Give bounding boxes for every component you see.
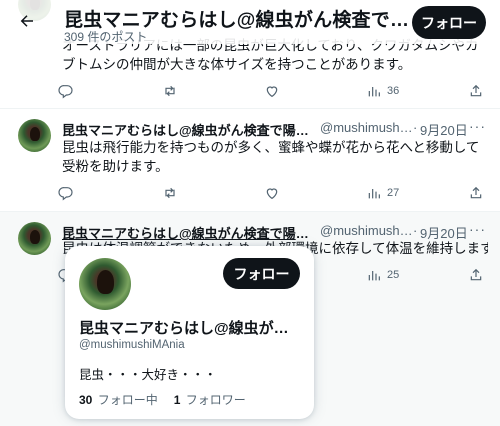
author-handle[interactable]: @mushimushiMAnia: [320, 223, 415, 238]
repost-button[interactable]: [162, 80, 178, 102]
repost-icon: [165, 85, 175, 97]
avatar[interactable]: [79, 258, 131, 310]
tweet-text: 昆虫は飛行能力を持つものが多く、蜜蜂や蝶が花から花へと移動して受粉を助けます。: [62, 140, 480, 174]
views-icon: [368, 87, 380, 97]
share-icon: [470, 268, 482, 281]
profile-header: 昆虫マニアむらはし@線虫がん検査で陽性だった人 309 件のポスト フォロー: [0, 0, 500, 44]
views-button[interactable]: 25: [366, 264, 399, 286]
separator-dot: ·: [413, 120, 418, 135]
views-count: 27: [387, 187, 400, 199]
views-button[interactable]: 36: [366, 80, 399, 102]
like-icon: [266, 188, 278, 200]
like-button[interactable]: [264, 80, 280, 102]
views-button[interactable]: 27: [366, 182, 399, 204]
repost-icon: [165, 187, 175, 199]
like-icon: [266, 86, 278, 98]
back-button[interactable]: [14, 8, 40, 34]
card-stats: 30 フォロー中 1 フォロワー: [79, 391, 246, 408]
views-count: 25: [387, 269, 400, 281]
back-arrow-icon: [20, 15, 33, 27]
tweet[interactable]: 昆虫マニアむらはし@線虫がん検査で陽性だった人 @mushimushiMAnia…: [0, 108, 500, 211]
author-name[interactable]: 昆虫マニアむらはし@線虫がん検査で陽性だった人: [62, 120, 310, 139]
views-icon: [368, 271, 380, 281]
author-handle[interactable]: @mushimushiMAnia: [320, 120, 415, 135]
share-button[interactable]: [468, 80, 484, 102]
tweet-date[interactable]: 9月20日: [420, 120, 468, 139]
share-icon: [470, 186, 482, 199]
following-count: 30: [79, 393, 93, 407]
more-icon[interactable]: ···: [469, 118, 486, 134]
followers-label: フォロワー: [185, 393, 246, 407]
like-button[interactable]: [264, 182, 280, 204]
more-icon[interactable]: ···: [469, 221, 486, 237]
repost-button[interactable]: [162, 182, 178, 204]
tweet-actions: 27: [58, 182, 488, 204]
profile-hover-card: フォロー 昆虫マニアむらはし@線虫がん検査で陽性だった人 @mushimushi…: [65, 246, 314, 419]
reply-icon: [58, 187, 73, 201]
reply-button[interactable]: [58, 80, 74, 102]
share-button[interactable]: [468, 182, 484, 204]
reply-button[interactable]: [58, 182, 74, 204]
views-count: 36: [387, 85, 400, 97]
share-icon: [470, 84, 482, 97]
share-button[interactable]: [468, 264, 484, 286]
avatar[interactable]: [18, 119, 51, 152]
card-handle[interactable]: @mushimushiMAnia: [79, 339, 185, 351]
followers-count: 1: [173, 393, 181, 407]
avatar[interactable]: [18, 222, 51, 255]
tweet-meta: 昆虫マニアむらはし@線虫がん検査で陽性だった人 @mushimushiMAnia…: [62, 118, 488, 139]
reply-icon: [58, 85, 73, 99]
card-name[interactable]: 昆虫マニアむらはし@線虫がん検査で陽性だった人: [79, 317, 301, 338]
post-count: 309 件のポスト: [64, 30, 148, 44]
tweet-actions: 36: [58, 80, 488, 102]
card-follow-button[interactable]: フォロー: [223, 258, 300, 289]
header-follow-button[interactable]: フォロー: [412, 6, 486, 39]
card-bio: 昆虫・・・大好き・・・: [79, 368, 217, 382]
following-stat[interactable]: 30 フォロー中: [79, 391, 158, 408]
views-icon: [368, 189, 380, 199]
separator-dot: ·: [413, 223, 418, 238]
following-label: フォロー中: [97, 393, 158, 407]
followers-stat[interactable]: 1 フォロワー: [174, 391, 246, 408]
